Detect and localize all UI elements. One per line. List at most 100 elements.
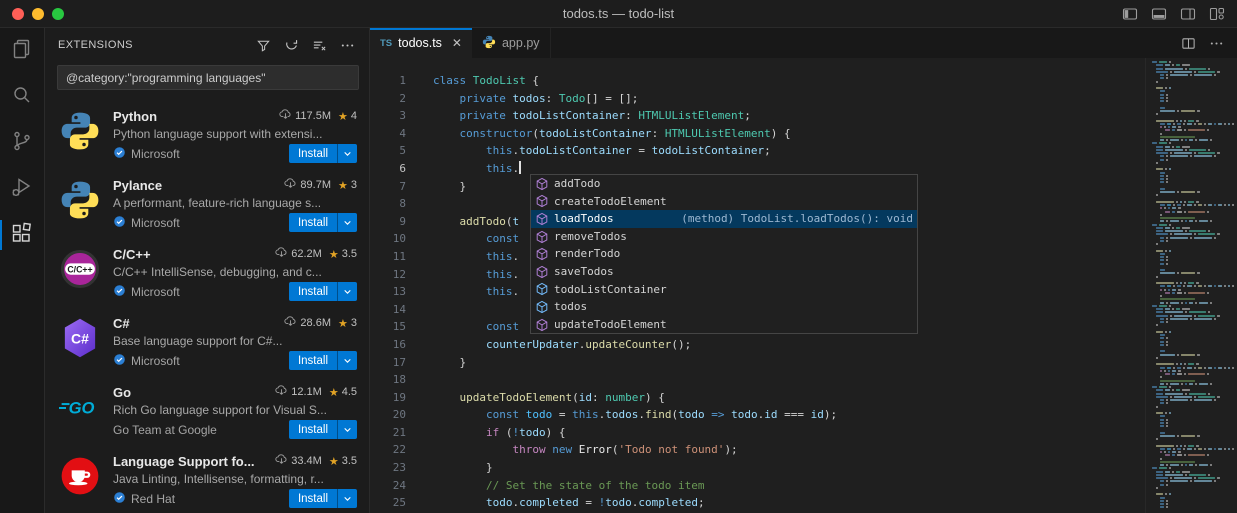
extensions-search-input[interactable] [57, 65, 359, 90]
activity-search[interactable] [0, 74, 44, 120]
svg-text:C/C++: C/C++ [67, 264, 92, 274]
install-dropdown-icon[interactable] [338, 144, 357, 163]
editor-more-actions-icon[interactable] [1209, 36, 1224, 51]
star-icon: ★ [338, 179, 348, 192]
install-dropdown-icon[interactable] [338, 420, 357, 439]
line-number: 15 [370, 318, 406, 336]
activity-extensions[interactable] [0, 212, 44, 258]
files-icon [10, 37, 34, 66]
code-editor[interactable]: 1234567891011121314151617181920212223242… [370, 58, 1237, 513]
activity-explorer[interactable] [0, 28, 44, 74]
suggest-item[interactable]: todoListContainer [531, 281, 917, 299]
refresh-icon[interactable] [284, 38, 299, 53]
install-dropdown-icon[interactable] [338, 351, 357, 370]
code-line: private todos: Todo[] = []; [433, 90, 1237, 108]
minimap[interactable] [1145, 58, 1237, 513]
toggle-secondary-sidebar-icon[interactable] [1180, 6, 1196, 22]
suggest-label: updateTodoElement [554, 316, 667, 334]
extension-description: A performant, feature-rich language s... [113, 196, 357, 210]
downloads-icon [284, 315, 297, 331]
line-number: 19 [370, 389, 406, 407]
rating-value: 3.5 [342, 248, 357, 260]
method-icon [535, 247, 549, 261]
line-number: 4 [370, 125, 406, 143]
extension-row[interactable]: Python117.5M★4Python language support wi… [45, 99, 369, 168]
install-label[interactable]: Install [289, 213, 337, 232]
cpp-logo-icon: C/C++ [59, 248, 101, 290]
code-line: counterUpdater.updateCounter(); [433, 336, 1237, 354]
install-button[interactable]: Install [289, 144, 357, 163]
clear-filter-icon[interactable] [312, 38, 327, 53]
rating-value: 3.5 [342, 455, 357, 467]
extension-row[interactable]: GOGo12.1M★4.5Rich Go language support fo… [45, 375, 369, 444]
suggest-item[interactable]: todos [531, 298, 917, 316]
line-number: 25 [370, 494, 406, 512]
more-actions-icon[interactable] [340, 38, 355, 53]
downloads-icon [275, 246, 288, 262]
code-line: private todoListContainer: HTMLUListElem… [433, 107, 1237, 125]
install-button[interactable]: Install [289, 282, 357, 301]
line-number: 7 [370, 178, 406, 196]
suggest-item[interactable]: renderTodo [531, 245, 917, 263]
suggest-item[interactable]: addTodo [531, 175, 917, 193]
search-icon [10, 83, 34, 112]
text-cursor [519, 161, 521, 174]
install-button[interactable]: Install [289, 351, 357, 370]
suggest-item[interactable]: createTodoElement [531, 193, 917, 211]
customize-layout-icon[interactable] [1209, 6, 1225, 22]
extension-row[interactable]: Pylance89.7M★3A performant, feature-rich… [45, 168, 369, 237]
tab-app-py[interactable]: app.py [472, 28, 551, 58]
suggest-label: addTodo [554, 175, 600, 193]
extension-row[interactable]: C/C++C/C++62.2M★3.5C/C++ IntelliSense, d… [45, 237, 369, 306]
install-button[interactable]: Install [289, 489, 357, 508]
install-button[interactable]: Install [289, 213, 357, 232]
extension-row[interactable]: C#C#28.6M★3Base language support for C#.… [45, 306, 369, 375]
install-label[interactable]: Install [289, 489, 337, 508]
install-dropdown-icon[interactable] [338, 282, 357, 301]
suggest-detail: (method) TodoList.loadTodos(): void [681, 210, 913, 228]
split-editor-icon[interactable] [1181, 36, 1196, 51]
toggle-panel-icon[interactable] [1151, 6, 1167, 22]
verified-publisher-icon [113, 284, 126, 300]
python-file-icon [482, 35, 496, 52]
python-logo-icon [59, 110, 101, 152]
filter-icon[interactable] [256, 38, 271, 53]
line-number: 16 [370, 336, 406, 354]
line-number: 5 [370, 142, 406, 160]
install-label[interactable]: Install [289, 420, 337, 439]
install-label[interactable]: Install [289, 351, 337, 370]
activity-source-control[interactable] [0, 120, 44, 166]
suggest-item[interactable]: removeTodos [531, 228, 917, 246]
suggest-item[interactable]: updateTodoElement [531, 316, 917, 334]
install-label[interactable]: Install [289, 144, 337, 163]
method-icon [535, 194, 549, 208]
suggest-label: renderTodo [554, 245, 620, 263]
code-line: this.todoListContainer = todoListContain… [433, 142, 1237, 160]
extensions-list: Python117.5M★4Python language support wi… [45, 99, 369, 513]
typescript-file-icon: TS [380, 38, 392, 49]
download-count: 117.5M [295, 110, 331, 122]
suggest-item[interactable]: loadTodos(method) TodoList.loadTodos(): … [531, 210, 917, 228]
install-dropdown-icon[interactable] [338, 213, 357, 232]
line-number: 1 [370, 72, 406, 90]
publisher-name: Microsoft [131, 354, 180, 368]
method-icon [535, 177, 549, 191]
activity-run-debug[interactable] [0, 166, 44, 212]
publisher-name: Microsoft [131, 285, 180, 299]
rating-value: 3 [351, 317, 357, 329]
suggest-label: saveTodos [554, 263, 614, 281]
install-dropdown-icon[interactable] [338, 489, 357, 508]
close-tab-icon[interactable]: ✕ [452, 36, 462, 50]
extension-description: Python language support with extensi... [113, 127, 357, 141]
code-line: updateTodoElement(id: number) { [433, 389, 1237, 407]
install-label[interactable]: Install [289, 282, 337, 301]
download-count: 28.6M [300, 317, 331, 329]
extension-row[interactable]: Language Support fo...33.4M★3.5Java Lint… [45, 444, 369, 513]
svg-text:C#: C# [71, 331, 89, 347]
line-number: 8 [370, 195, 406, 213]
line-number: 11 [370, 248, 406, 266]
tab-todos-ts[interactable]: TS todos.ts ✕ [370, 28, 472, 58]
toggle-primary-sidebar-icon[interactable] [1122, 6, 1138, 22]
suggest-item[interactable]: saveTodos [531, 263, 917, 281]
install-button[interactable]: Install [289, 420, 357, 439]
